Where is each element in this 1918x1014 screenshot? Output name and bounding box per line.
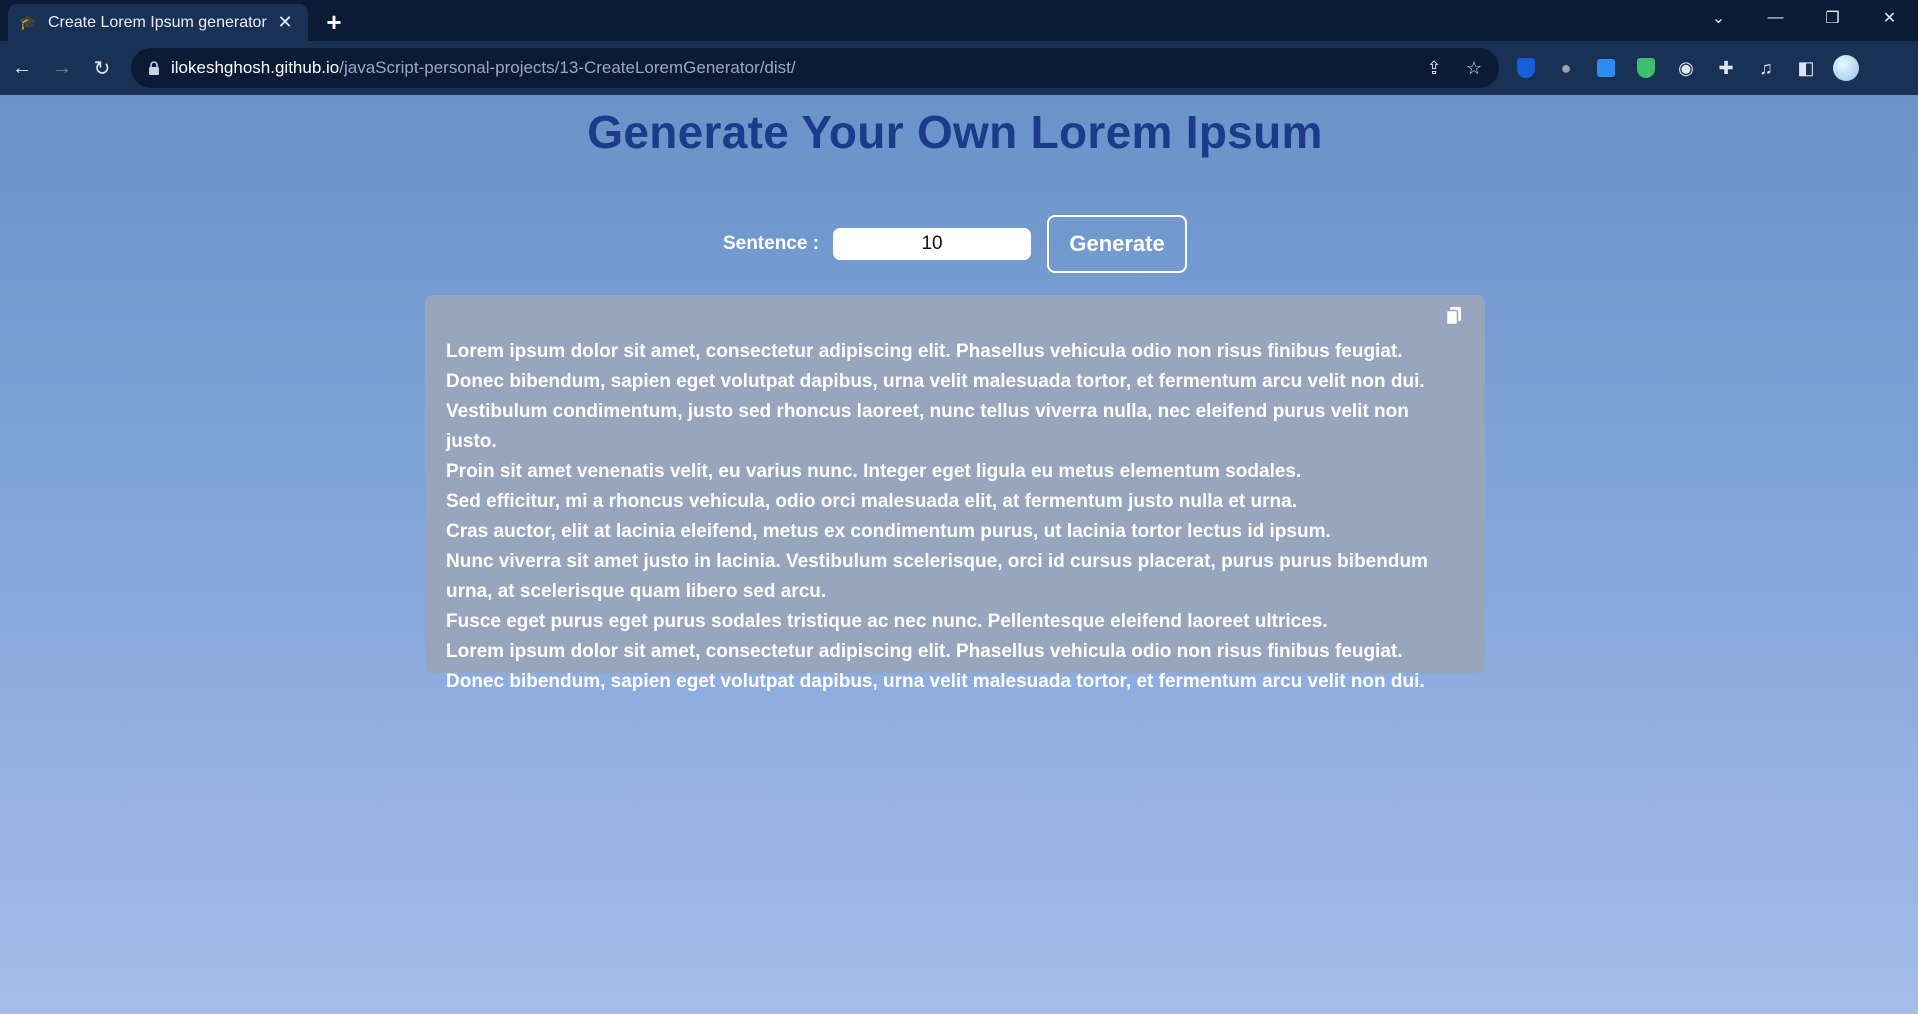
share-icon[interactable]: ⇪ bbox=[1419, 53, 1449, 83]
window-controls: ⌄ — ❐ ✕ bbox=[1690, 0, 1918, 36]
minimize-icon[interactable]: — bbox=[1747, 0, 1804, 36]
media-control-icon[interactable]: ♫ bbox=[1746, 48, 1786, 88]
browser-toolbar: ← → ↻ ilokeshghosh.github.io/javaScript-… bbox=[0, 41, 1918, 95]
restore-icon[interactable]: ❐ bbox=[1804, 0, 1861, 36]
tab-active[interactable]: 🎓 Create Lorem Ipsum generator ✕ bbox=[8, 4, 308, 41]
generator-form: Sentence : Generate bbox=[0, 215, 1910, 273]
puzzle-extensions-icon[interactable]: ✚ bbox=[1706, 48, 1746, 88]
lock-icon[interactable] bbox=[147, 61, 161, 75]
lorem-line: Sed efficitur, mi a rhoncus vehicula, od… bbox=[446, 491, 1297, 512]
back-icon[interactable]: ← bbox=[2, 48, 42, 88]
lorem-line: Lorem ipsum dolor sit amet, consectetur … bbox=[446, 341, 1403, 362]
lorem-line: Lorem ipsum dolor sit amet, consectetur … bbox=[446, 641, 1403, 662]
profile-avatar[interactable] bbox=[1826, 48, 1866, 88]
omnibox-actions: ⇪ ☆ bbox=[1419, 48, 1489, 88]
tab-close-icon[interactable]: ✕ bbox=[274, 12, 296, 34]
side-panel-icon[interactable]: ◧ bbox=[1786, 48, 1826, 88]
extensions-bar: ● ◉ ✚ ♫ ◧ bbox=[1506, 41, 1866, 95]
url-host: ilokeshghosh.github.io bbox=[171, 58, 340, 77]
bookmark-star-icon[interactable]: ☆ bbox=[1459, 53, 1489, 83]
new-tab-button[interactable]: + bbox=[316, 4, 352, 40]
browser-window: 🎓 Create Lorem Ipsum generator ✕ + ⌄ — ❐… bbox=[0, 0, 1918, 1014]
page-title: Generate Your Own Lorem Ipsum bbox=[587, 106, 1323, 158]
translate-extension-icon[interactable] bbox=[1586, 48, 1626, 88]
generate-button[interactable]: Generate bbox=[1047, 215, 1188, 273]
tab-title: Create Lorem Ipsum generator bbox=[48, 13, 267, 31]
lorem-line: Donec bibendum, sapien eget volutpat dap… bbox=[446, 671, 1425, 692]
bitwarden-extension-icon[interactable] bbox=[1506, 48, 1546, 88]
url-text[interactable]: ilokeshghosh.github.io/javaScript-person… bbox=[171, 58, 796, 78]
forward-icon[interactable]: → bbox=[42, 48, 82, 88]
camera-extension-icon[interactable]: ◉ bbox=[1666, 48, 1706, 88]
window-close-icon[interactable]: ✕ bbox=[1861, 0, 1918, 36]
lorem-output-panel: Lorem ipsum dolor sit amet, consectetur … bbox=[425, 295, 1485, 692]
url-path: /javaScript-personal-projects/13-CreateL… bbox=[339, 58, 796, 77]
tab-strip: 🎓 Create Lorem Ipsum generator ✕ + ⌄ — ❐… bbox=[0, 0, 1918, 41]
lorem-line: Nunc viverra sit amet justo in lacinia. … bbox=[446, 551, 1428, 572]
lorem-line: Cras auctor, elit at lacinia eleifend, m… bbox=[446, 521, 1331, 542]
lorem-text: Lorem ipsum dolor sit amet, consectetur … bbox=[446, 337, 1463, 697]
lorem-line: Vestibulum condimentum, justo sed rhoncu… bbox=[446, 401, 1409, 452]
shield-extension-icon[interactable] bbox=[1626, 48, 1666, 88]
scrollbar[interactable] bbox=[1912, 41, 1918, 95]
page-content: Generate Your Own Lorem Ipsum Sentence :… bbox=[0, 95, 1918, 1014]
reload-icon[interactable]: ↻ bbox=[82, 48, 122, 88]
copy-icon[interactable] bbox=[1441, 303, 1467, 329]
lorem-line: urna, at scelerisque quam libero sed arc… bbox=[446, 581, 827, 602]
tab-search-icon[interactable]: ⌄ bbox=[1690, 0, 1747, 36]
lorem-line: Fusce eget purus eget purus sodales tris… bbox=[446, 611, 1328, 632]
sentence-count-input[interactable] bbox=[833, 228, 1032, 260]
lorem-line: Donec bibendum, sapien eget volutpat dap… bbox=[446, 371, 1425, 392]
sentence-label: Sentence : bbox=[722, 233, 820, 254]
mortarboard-icon: 🎓 bbox=[19, 14, 37, 30]
address-bar[interactable]: ilokeshghosh.github.io/javaScript-person… bbox=[131, 48, 1499, 88]
lorem-line: Proin sit amet venenatis velit, eu variu… bbox=[446, 461, 1302, 482]
light-extension-icon[interactable]: ● bbox=[1546, 48, 1586, 88]
